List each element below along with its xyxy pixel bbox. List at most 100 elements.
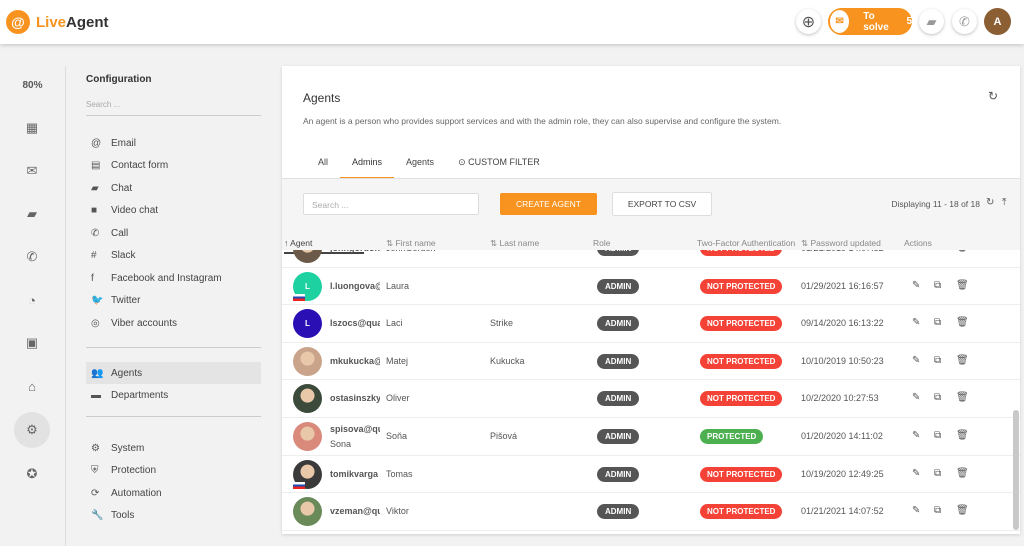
table-row[interactable]: vzeman@qu Viktor ADMIN NOT PROTECTED 01/… — [282, 493, 1020, 531]
sidebar-item-chat[interactable]: ▰ Chat — [86, 177, 261, 199]
sidebar-item-tools[interactable]: 🔧 Tools — [86, 505, 261, 527]
copy-icon[interactable]: ⧉ — [934, 250, 941, 253]
sidebar-item-video-chat[interactable]: ■ Video chat — [86, 200, 261, 222]
edit-icon[interactable]: ✎ — [912, 355, 920, 366]
sidebar-item-automation[interactable]: ⟳ Automation — [86, 482, 261, 504]
settings-icon[interactable]: ⚙ — [14, 412, 50, 448]
create-agent-button[interactable]: CREATE AGENT — [500, 193, 597, 215]
agent-login[interactable]: tomikvarga — [330, 469, 380, 479]
column-2fa[interactable]: Two-Factor Authentication — [697, 238, 795, 248]
copy-icon[interactable]: ⧉ — [934, 505, 941, 516]
add-icon[interactable]: ⊕ — [796, 9, 821, 34]
avatar — [293, 346, 322, 376]
agent-login[interactable]: spisova@qu — [330, 424, 380, 434]
delete-icon[interactable]: 🗑 — [956, 430, 969, 441]
delete-icon[interactable]: 🗑 — [956, 505, 969, 516]
scrollbar[interactable] — [1013, 410, 1019, 530]
delete-icon[interactable]: 🗑 — [956, 280, 969, 291]
delete-icon[interactable]: 🗑 — [956, 250, 969, 253]
copy-icon[interactable]: ⧉ — [934, 392, 941, 403]
delete-icon[interactable]: 🗑 — [956, 468, 969, 479]
copy-icon[interactable]: ⧉ — [934, 280, 941, 291]
logo-text: Live — [36, 13, 67, 31]
agents-table[interactable]: johngordon JohnGordon ADMIN NOT PROTECTE… — [282, 250, 1020, 534]
role-badge: ADMIN — [597, 391, 640, 407]
edit-icon[interactable]: ✎ — [912, 430, 920, 441]
table-row[interactable]: ostasinszky Oliver ADMIN NOT PROTECTED 1… — [282, 380, 1020, 418]
scroll-top-icon[interactable]: ⤒ — [1002, 197, 1006, 208]
delete-icon[interactable]: 🗑 — [956, 355, 969, 366]
refresh-icon[interactable]: ↻ — [986, 197, 994, 208]
search-input[interactable]: Search ... — [303, 193, 479, 215]
user-avatar[interactable]: A — [984, 8, 1011, 35]
logo[interactable]: @ LiveAgent — [6, 10, 109, 34]
star-icon[interactable]: ✪ — [18, 460, 46, 488]
email-icon[interactable]: ✉ — [18, 157, 46, 185]
copy-icon[interactable]: ⧉ — [934, 317, 941, 328]
sidebar-item-twitter[interactable]: 🐦 Twitter — [86, 290, 261, 312]
column-first-name[interactable]: ⇅ First name — [386, 238, 436, 249]
refresh-icon[interactable]: ↻ — [988, 89, 998, 103]
table-row[interactable]: johngordon JohnGordon ADMIN NOT PROTECTE… — [282, 250, 1020, 268]
sidebar-item-contact-form[interactable]: ▤ Contact form — [86, 155, 261, 177]
divider — [86, 416, 261, 417]
tab-all[interactable]: All — [306, 148, 340, 179]
contacts-icon[interactable]: ▣ — [18, 329, 46, 357]
table-row[interactable]: spisova@qu Sona Soňa Pišová ADMIN PROTEC… — [282, 418, 1020, 456]
column-last-name[interactable]: ⇅ Last name — [490, 238, 539, 249]
sidebar-item-protection[interactable]: ⛨ Protection — [86, 460, 261, 482]
sidebar-item-slack[interactable]: # Slack — [86, 245, 261, 267]
tab-admins[interactable]: Admins — [340, 148, 395, 179]
table-row[interactable]: L l.luongova@ Laura ADMIN NOT PROTECTED … — [282, 268, 1020, 306]
sidebar-search-input[interactable]: Search ... — [86, 96, 261, 116]
sidebar-item-viber-accounts[interactable]: ◎ Viber accounts — [86, 312, 261, 334]
export-csv-button[interactable]: EXPORT TO CSV — [612, 192, 712, 216]
edit-icon[interactable]: ✎ — [912, 505, 920, 516]
copy-icon[interactable]: ⧉ — [934, 468, 941, 479]
sidebar-item-email[interactable]: @ Email — [86, 132, 261, 154]
agent-login[interactable]: johngordon — [330, 250, 380, 253]
table-row[interactable]: L lszocs@qua Laci Strike ADMIN NOT PROTE… — [282, 305, 1020, 343]
phone-icon[interactable]: ✆ — [952, 9, 977, 34]
sidebar-item-facebook-and-instagram[interactable]: f Facebook and Instagram — [86, 267, 261, 289]
edit-icon[interactable]: ✎ — [912, 317, 920, 328]
edit-icon[interactable]: ✎ — [912, 280, 920, 291]
to-solve-count: 5 — [906, 16, 912, 27]
agent-login[interactable]: ostasinszky — [330, 393, 380, 403]
agent-login[interactable]: l.luongova@ — [330, 281, 380, 291]
tab-custom-filter[interactable]: ⊙ CUSTOM FILTER — [446, 148, 552, 179]
agent-login[interactable]: mkukucka@ — [330, 356, 380, 366]
chat-icon[interactable]: ▰ — [18, 200, 46, 228]
column-role[interactable]: Role — [593, 238, 610, 248]
avatar — [293, 250, 322, 263]
table-row[interactable]: tomikvarga Tomas ADMIN NOT PROTECTED 10/… — [282, 456, 1020, 494]
sidebar-item-departments[interactable]: ▬ Departments — [86, 385, 261, 407]
agent-login[interactable]: lszocs@qua — [330, 318, 380, 328]
sidebar-item-label: Video chat — [111, 205, 159, 216]
sidebar-item-system[interactable]: ⚙ System — [86, 437, 261, 459]
edit-icon[interactable]: ✎ — [912, 392, 920, 403]
edit-icon[interactable]: ✎ — [912, 250, 920, 253]
chat-icon[interactable]: ▰ — [919, 9, 944, 34]
reports-icon[interactable]: ◔ — [18, 286, 46, 314]
sidebar-item-label: Tools — [111, 510, 135, 521]
logo-text-2: Agent — [66, 13, 109, 31]
table-row[interactable]: mkukucka@ Matej Kukucka ADMIN NOT PROTEC… — [282, 343, 1020, 381]
phone-icon[interactable]: ✆ — [18, 243, 46, 271]
to-solve-button[interactable]: ✉ To solve 5 — [828, 8, 912, 35]
first-name: Soňa — [386, 430, 408, 441]
delete-icon[interactable]: 🗑 — [956, 317, 969, 328]
edit-icon[interactable]: ✎ — [912, 468, 920, 479]
tab-agents[interactable]: Agents — [394, 148, 446, 179]
zoom-level[interactable]: 80% — [0, 80, 65, 91]
copy-icon[interactable]: ⧉ — [934, 355, 941, 366]
sidebar-icon: ◎ — [91, 317, 100, 329]
delete-icon[interactable]: 🗑 — [956, 392, 969, 403]
sidebar-item-agents[interactable]: 👥 Agents — [86, 362, 261, 384]
dashboard-icon[interactable]: ▦ — [18, 114, 46, 142]
sidebar-item-call[interactable]: ✆ Call — [86, 222, 261, 244]
agent-login[interactable]: vzeman@qu — [330, 506, 380, 516]
copy-icon[interactable]: ⧉ — [934, 430, 941, 441]
knowledgebase-icon[interactable]: ⌂ — [18, 372, 46, 400]
column-password-updated[interactable]: ⇅ Password updated — [801, 238, 881, 249]
